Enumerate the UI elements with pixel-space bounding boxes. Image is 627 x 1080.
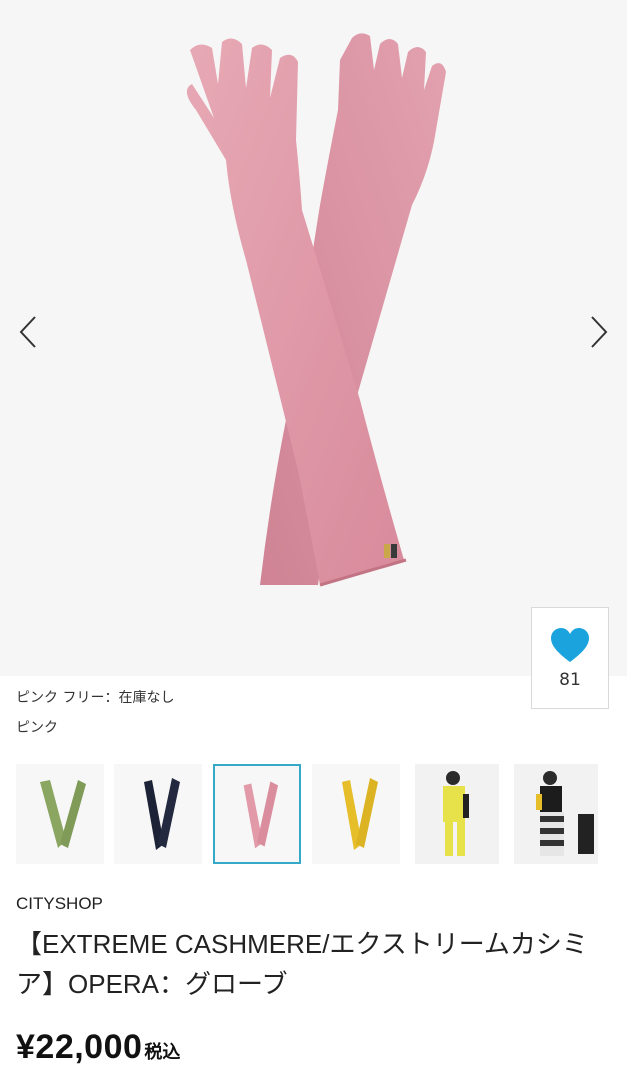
- thumbnail-pink[interactable]: [213, 764, 301, 864]
- next-image-button[interactable]: [581, 312, 617, 352]
- thumbnail-yellow[interactable]: [312, 764, 400, 864]
- product-image-carousel[interactable]: [0, 0, 627, 676]
- product-image: [186, 33, 446, 587]
- prev-image-button[interactable]: [10, 312, 46, 352]
- color-thumbnail-list: [16, 764, 616, 870]
- favorite-count: 81: [559, 670, 581, 690]
- thumbnail-model-black[interactable]: [514, 764, 598, 864]
- favorite-button[interactable]: 81: [531, 607, 609, 709]
- product-title: 【EXTREME CASHMERE/エクストリームカシミア】OPERA：グローブ: [16, 929, 588, 999]
- heart-icon: [551, 628, 589, 662]
- variant-stock-status: ピンク フリー：在庫なし: [16, 690, 175, 706]
- navy-glove-thumbnail: [144, 778, 180, 850]
- pink-glove-thumbnail: [243, 781, 278, 849]
- thumbnail-green[interactable]: [16, 764, 104, 864]
- thumbnail-navy[interactable]: [114, 764, 202, 864]
- model-black-thumbnail: [536, 771, 594, 856]
- tax-label: 税込: [144, 1042, 181, 1062]
- yellow-glove-thumbnail: [342, 778, 378, 850]
- thumbnail-model-yellow[interactable]: [415, 764, 499, 864]
- chevron-left-icon: [19, 316, 36, 348]
- brand-name[interactable]: CITYSHOP: [16, 894, 103, 914]
- product-price: ¥22,000 税込: [16, 1028, 180, 1067]
- green-glove-thumbnail: [40, 780, 86, 848]
- model-yellow-thumbnail: [443, 771, 469, 856]
- selected-color-label: ピンク: [16, 720, 58, 736]
- price-amount: ¥22,000: [16, 1028, 143, 1066]
- chevron-right-icon: [591, 316, 608, 348]
